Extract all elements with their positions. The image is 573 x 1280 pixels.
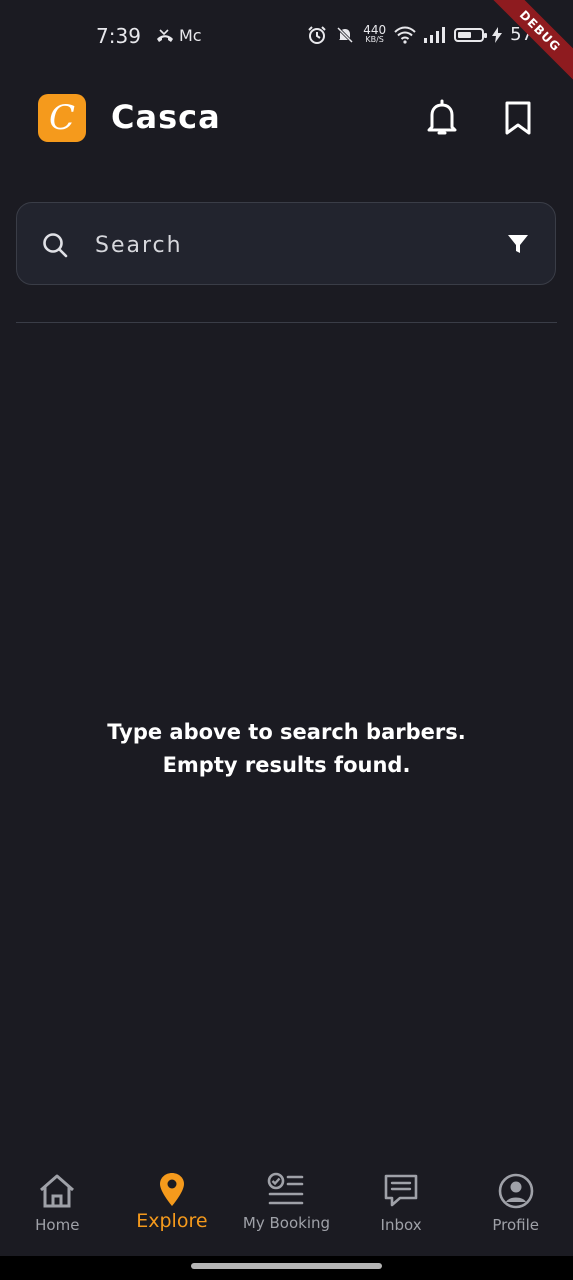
search-divider	[16, 322, 557, 323]
battery-icon	[454, 27, 488, 42]
app-title: Casca	[111, 98, 221, 136]
gesture-bar	[0, 1256, 573, 1280]
app-logo: C	[38, 94, 86, 142]
nav-label-home: Home	[35, 1216, 80, 1234]
home-icon	[40, 1174, 75, 1208]
nav-label-my-booking: My Booking	[242, 1214, 331, 1232]
mute-icon	[337, 26, 354, 43]
bookmarks-button[interactable]	[498, 98, 538, 138]
filter-icon[interactable]	[507, 233, 529, 255]
nav-item-explore[interactable]: Explore	[115, 1160, 230, 1256]
nav-item-profile[interactable]: Profile	[458, 1160, 573, 1256]
app-header: C Casca	[0, 86, 573, 150]
alarm-icon	[308, 25, 326, 44]
search-icon	[43, 233, 68, 258]
chat-icon	[384, 1174, 418, 1207]
nav-item-home[interactable]: Home	[0, 1160, 115, 1256]
status-time: 7:39	[96, 24, 141, 48]
carrier-label: Mc	[179, 26, 202, 45]
status-bar: 7:39 Mc 440 KB/S 57 DEBUG	[0, 0, 573, 85]
location-pin-icon	[159, 1173, 184, 1206]
search-input[interactable]	[93, 223, 477, 267]
charging-icon	[492, 26, 503, 43]
booking-list-icon	[268, 1172, 304, 1205]
search-bar[interactable]	[16, 202, 556, 285]
signal-icon	[424, 26, 446, 43]
empty-state-line2: Empty results found.	[162, 753, 411, 777]
battery-level	[458, 31, 472, 38]
net-speed: 440 KB/S	[363, 22, 387, 45]
notifications-button[interactable]	[422, 98, 462, 138]
nav-label-profile: Profile	[492, 1216, 539, 1234]
bookmark-icon	[505, 101, 531, 135]
empty-state-line1: Type above to search barbers.	[107, 720, 466, 744]
profile-icon	[498, 1173, 533, 1209]
bottom-nav: Home Explore My Booking Inbox Profile	[0, 1160, 573, 1256]
status-icons: 440 KB/S 57	[307, 24, 533, 45]
missed-call-icon	[157, 28, 173, 42]
bell-icon	[427, 99, 457, 135]
wifi-icon	[394, 26, 416, 44]
nav-label-inbox: Inbox	[380, 1216, 422, 1234]
nav-label-explore: Explore	[136, 1210, 208, 1232]
empty-state-message: Type above to search barbers. Empty resu…	[0, 716, 573, 782]
status-carrier: Mc	[155, 26, 202, 45]
net-speed-unit: KB/S	[365, 34, 384, 44]
net-speed-value: 440	[363, 22, 387, 37]
logo-letter: C	[48, 98, 75, 138]
home-gesture-handle[interactable]	[191, 1263, 382, 1269]
nav-item-inbox[interactable]: Inbox	[344, 1160, 459, 1256]
nav-item-my-booking[interactable]: My Booking	[229, 1160, 344, 1256]
